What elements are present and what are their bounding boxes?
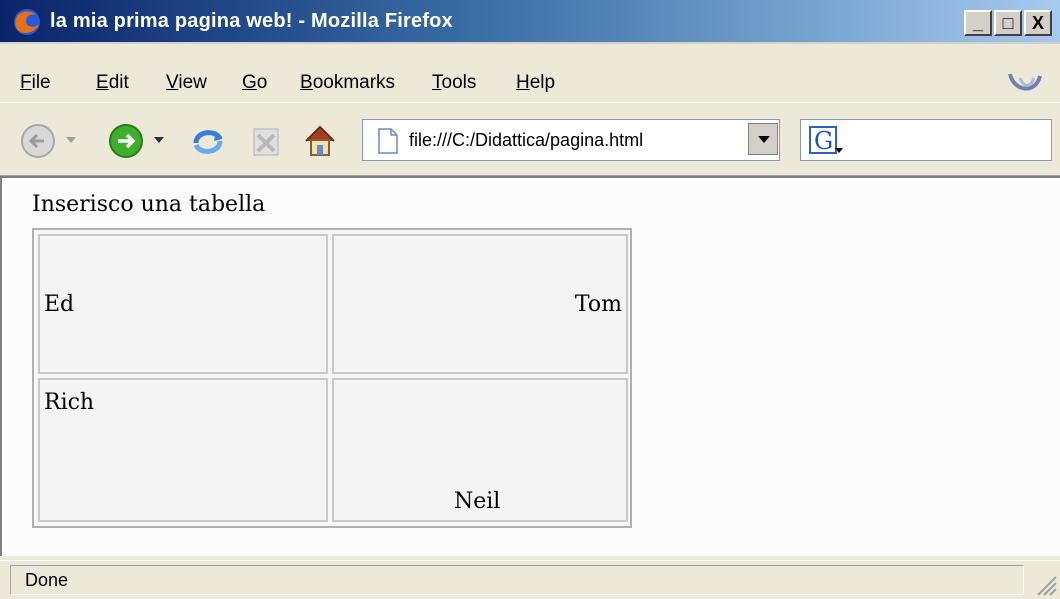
menu-go[interactable]: Go	[242, 72, 267, 94]
firefox-logo-icon	[14, 9, 40, 35]
resize-grip-icon[interactable]	[1034, 573, 1058, 597]
forward-dropdown-icon[interactable]	[154, 137, 164, 143]
table-cell: Rich	[38, 378, 328, 522]
data-table: Ed Tom Rich Neil	[32, 228, 632, 528]
cell-text: Rich	[44, 390, 95, 415]
menu-help[interactable]: Help	[516, 72, 555, 94]
navigation-toolbar: file:///C:/Didattica/pagina.html G	[0, 102, 1060, 176]
cell-text: Neil	[454, 489, 501, 514]
google-icon[interactable]: G	[809, 126, 845, 156]
table-cell: Tom	[332, 234, 628, 374]
intro-text: Inserisco una tabella	[32, 192, 266, 217]
table-cell: Neil	[332, 378, 628, 522]
cell-text: Ed	[44, 292, 75, 317]
throbber-icon	[1008, 73, 1042, 91]
search-input[interactable]: G	[800, 119, 1052, 161]
url-text[interactable]: file:///C:/Didattica/pagina.html	[409, 130, 643, 151]
page-content: Inserisco una tabella Ed Tom Rich Neil	[0, 176, 1060, 556]
menu-view[interactable]: View	[166, 72, 207, 94]
table-cell: Ed	[38, 234, 328, 374]
menu-file[interactable]: File	[20, 72, 51, 94]
url-bar[interactable]: file:///C:/Didattica/pagina.html	[362, 119, 780, 161]
menu-bar: File Edit View Go Bookmarks Tools Help	[0, 62, 1060, 102]
chevron-down-icon	[758, 136, 770, 143]
cell-text: Tom	[574, 292, 622, 317]
forward-icon[interactable]	[106, 121, 146, 161]
stop-icon[interactable]	[246, 121, 286, 161]
status-text: Done	[25, 570, 69, 590]
back-dropdown-icon[interactable]	[66, 137, 76, 143]
window-title: la mia prima pagina web! - Mozilla Firef…	[50, 10, 453, 32]
url-dropdown-button[interactable]	[748, 123, 778, 155]
close-button[interactable]: X	[1024, 10, 1052, 36]
reload-icon[interactable]	[188, 121, 228, 161]
minimize-button[interactable]: _	[964, 10, 992, 36]
page-icon	[378, 128, 398, 154]
maximize-button[interactable]: □	[994, 10, 1022, 36]
status-bar: Done	[0, 560, 1060, 599]
home-icon[interactable]	[300, 121, 340, 161]
back-icon[interactable]	[18, 121, 58, 161]
svg-text:G: G	[814, 127, 833, 155]
title-bar: la mia prima pagina web! - Mozilla Firef…	[0, 0, 1060, 44]
status-panel: Done	[10, 565, 1024, 595]
menu-edit[interactable]: Edit	[96, 72, 129, 94]
menu-tools[interactable]: Tools	[432, 72, 476, 94]
menu-bookmarks[interactable]: Bookmarks	[300, 72, 395, 94]
